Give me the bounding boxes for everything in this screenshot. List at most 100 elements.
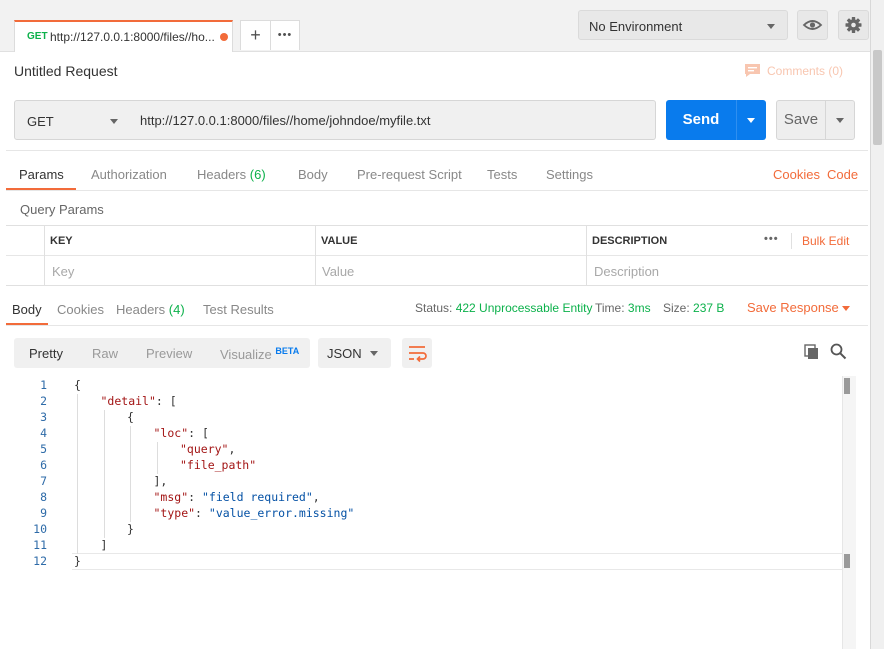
response-time: Time: 3ms xyxy=(595,301,651,315)
manage-environments-button[interactable] xyxy=(838,10,869,40)
environment-quick-look-button[interactable] xyxy=(797,10,828,40)
send-options-button[interactable] xyxy=(736,100,766,140)
tab-body[interactable]: Body xyxy=(298,167,328,182)
tab-headers-label: Headers xyxy=(197,167,247,182)
json-key: "file_path" xyxy=(180,458,257,472)
beta-badge: BETA xyxy=(275,346,300,356)
url-input[interactable] xyxy=(130,100,656,140)
headers-count-badge: (6) xyxy=(249,167,266,182)
active-line-highlight xyxy=(72,553,842,570)
json-punctuation: ] xyxy=(100,538,108,552)
size-label: Size: xyxy=(663,301,690,315)
divider xyxy=(6,150,868,151)
gear-icon xyxy=(845,17,862,33)
tab-settings[interactable]: Settings xyxy=(546,167,593,182)
comments-link[interactable]: Comments (0) xyxy=(744,63,843,78)
json-punctuation: { xyxy=(127,410,134,424)
code-line: } xyxy=(127,522,134,536)
wrap-lines-icon xyxy=(409,346,427,363)
response-body-editor[interactable]: 1{2 "detail": [3{4 "loc": [5 "query", 6 "file… xyxy=(0,376,845,649)
wrap-lines-button[interactable] xyxy=(402,338,432,368)
line-number: 3 xyxy=(40,410,47,424)
indent-guide xyxy=(156,442,158,474)
chevron-down-icon xyxy=(842,306,850,311)
copy-icon xyxy=(804,344,818,359)
value-input[interactable]: Value xyxy=(322,264,354,279)
request-title[interactable]: Untitled Request xyxy=(14,63,118,79)
json-key: "loc" xyxy=(153,426,189,440)
indent-guide xyxy=(130,426,131,522)
json-key: "query" xyxy=(180,442,229,456)
time-value[interactable]: 3ms xyxy=(628,301,651,315)
chevron-down-icon xyxy=(836,118,844,123)
time-label: Time: xyxy=(595,301,625,315)
json-string: "value_error.missing" xyxy=(208,506,355,520)
params-more-button[interactable]: ••• xyxy=(764,233,779,245)
search-button[interactable] xyxy=(830,343,847,363)
code-line: } xyxy=(74,554,81,568)
column-header-description: DESCRIPTION xyxy=(592,235,668,247)
view-preview-button[interactable]: Preview xyxy=(146,346,192,361)
line-number: 1 xyxy=(40,378,47,392)
json-punctuation: } xyxy=(127,522,134,536)
language-selected-label: JSON xyxy=(327,346,362,361)
save-response-button[interactable]: Save Response xyxy=(747,300,839,315)
page-scrollbar[interactable] xyxy=(870,0,884,649)
tab-authorization[interactable]: Authorization xyxy=(91,167,167,182)
json-punctuation: , xyxy=(312,490,320,504)
json-key: "type" xyxy=(153,506,196,520)
page-scrollbar-thumb[interactable] xyxy=(873,50,882,145)
response-tab-test-results[interactable]: Test Results xyxy=(203,302,274,317)
send-button[interactable]: Send xyxy=(666,100,736,140)
chevron-down-icon xyxy=(370,351,378,356)
response-tab-cookies[interactable]: Cookies xyxy=(57,302,104,317)
copy-button[interactable] xyxy=(804,344,820,363)
editor-scrollbar[interactable] xyxy=(842,376,856,649)
code-line: "query", xyxy=(180,442,235,456)
method-select[interactable]: GET xyxy=(14,100,131,140)
line-number: 6 xyxy=(40,458,47,472)
key-input[interactable]: Key xyxy=(52,264,74,279)
save-button[interactable]: Save xyxy=(776,100,826,140)
size-value[interactable]: 237 B xyxy=(693,301,724,315)
tab-tests[interactable]: Tests xyxy=(487,167,517,182)
view-raw-button[interactable]: Raw xyxy=(92,346,118,361)
column-divider xyxy=(44,225,45,286)
comments-label: Comments (0) xyxy=(767,63,844,78)
line-number: 4 xyxy=(40,426,47,440)
view-pretty-button[interactable]: Pretty xyxy=(29,346,63,361)
view-visualize-button[interactable]: Visualize BETA xyxy=(220,346,299,362)
json-key: "detail" xyxy=(100,394,156,408)
search-icon xyxy=(830,343,847,360)
code-link[interactable]: Code xyxy=(827,167,858,182)
column-header-value: VALUE xyxy=(321,235,358,247)
tab-url-label: http://127.0.0.1:8000/files//ho... xyxy=(50,30,215,44)
language-select[interactable]: JSON xyxy=(318,338,391,368)
tab-pre-request-script[interactable]: Pre-request Script xyxy=(357,167,462,182)
status-value[interactable]: 422 Unprocessable Entity xyxy=(456,301,593,315)
code-line: "detail": [ xyxy=(101,394,177,408)
tab-headers[interactable]: Headers (6) xyxy=(197,167,266,182)
cookies-link[interactable]: Cookies xyxy=(773,167,820,182)
response-tab-headers[interactable]: Headers (4) xyxy=(116,302,185,317)
more-tabs-button[interactable]: ••• xyxy=(270,20,300,50)
chevron-down-icon xyxy=(767,24,775,29)
description-input[interactable]: Description xyxy=(594,264,659,279)
save-options-button[interactable] xyxy=(825,100,855,140)
unsaved-dot-icon xyxy=(220,33,228,41)
new-tab-button[interactable]: + xyxy=(240,20,271,50)
json-key: "msg" xyxy=(153,490,189,504)
code-line: "msg": "field required", xyxy=(154,490,320,504)
scrollbar-thumb[interactable] xyxy=(844,378,850,394)
divider xyxy=(6,190,868,191)
json-punctuation: : xyxy=(195,506,209,520)
code-line: "file_path" xyxy=(180,458,256,472)
environment-select[interactable]: No Environment xyxy=(578,10,788,40)
save-response-label: Save Response xyxy=(747,300,839,315)
tab-params[interactable]: Params xyxy=(19,167,64,182)
bulk-edit-link[interactable]: Bulk Edit xyxy=(802,234,849,248)
line-number: 5 xyxy=(40,442,47,456)
request-tab[interactable]: GET http://127.0.0.1:8000/files//ho... xyxy=(14,20,233,52)
response-tab-body[interactable]: Body xyxy=(12,302,42,317)
json-punctuation: : [ xyxy=(188,426,209,440)
